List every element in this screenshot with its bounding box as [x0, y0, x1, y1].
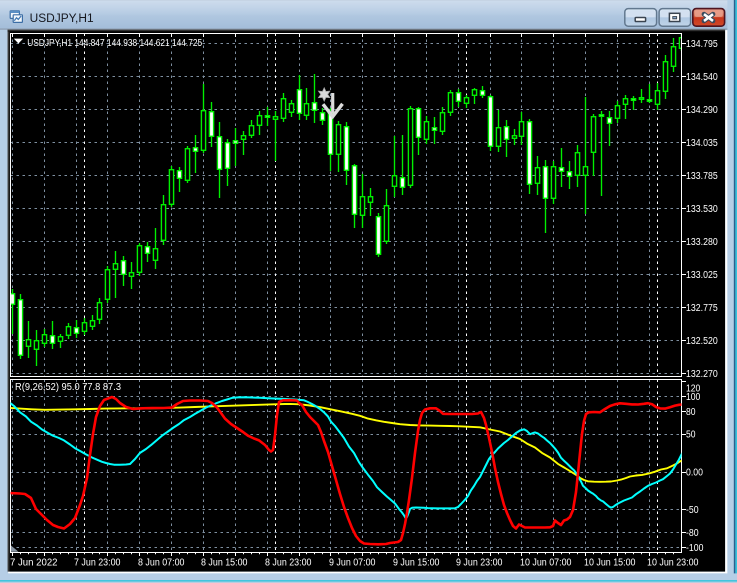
svg-text:134.540: 134.540 — [686, 72, 718, 83]
svg-text:10 Jun 23:00: 10 Jun 23:00 — [647, 558, 699, 569]
svg-text:-100: -100 — [686, 543, 704, 554]
svg-text:132.520: 132.520 — [686, 336, 718, 347]
svg-text:133.025: 133.025 — [686, 270, 718, 281]
svg-text:132.775: 132.775 — [686, 303, 718, 314]
svg-text:USDJPY,H1 144.847 144.938 144.: USDJPY,H1 144.847 144.938 144.621 144.72… — [27, 38, 202, 49]
svg-text:134.035: 134.035 — [686, 138, 718, 149]
svg-text:9 Jun 23:00: 9 Jun 23:00 — [456, 558, 503, 569]
svg-text:7 Jun 2022: 7 Jun 2022 — [10, 558, 58, 569]
svg-text:8 Jun 15:00: 8 Jun 15:00 — [201, 558, 248, 569]
svg-text:134.795: 134.795 — [686, 39, 718, 50]
svg-text:8 Jun 07:00: 8 Jun 07:00 — [138, 558, 185, 569]
svg-text:8 Jun 23:00: 8 Jun 23:00 — [265, 558, 312, 569]
svg-text:USDJPY,H1: USDJPY,H1 — [30, 13, 94, 25]
svg-text:133.280: 133.280 — [686, 237, 718, 248]
svg-text:80: 80 — [686, 407, 696, 418]
svg-text:9 Jun 07:00: 9 Jun 07:00 — [329, 558, 376, 569]
svg-text:9 Jun 15:00: 9 Jun 15:00 — [393, 558, 440, 569]
svg-text:10 Jun 15:00: 10 Jun 15:00 — [584, 558, 636, 569]
svg-text:7 Jun 23:00: 7 Jun 23:00 — [74, 558, 121, 569]
svg-text:R(9,26,52) 95.0 77.8 87.3: R(9,26,52) 95.0 77.8 87.3 — [15, 382, 121, 393]
svg-text:10 Jun 07:00: 10 Jun 07:00 — [520, 558, 572, 569]
svg-text:133.785: 133.785 — [686, 171, 718, 182]
svg-text:100: 100 — [686, 392, 701, 403]
svg-text:50: 50 — [686, 430, 696, 441]
svg-text:132.270: 132.270 — [686, 369, 718, 380]
svg-text:0.00: 0.00 — [686, 467, 703, 478]
svg-text:-80: -80 — [686, 528, 699, 539]
svg-text:133.530: 133.530 — [686, 204, 718, 215]
svg-text:-50: -50 — [686, 505, 699, 516]
svg-text:134.290: 134.290 — [686, 105, 718, 116]
